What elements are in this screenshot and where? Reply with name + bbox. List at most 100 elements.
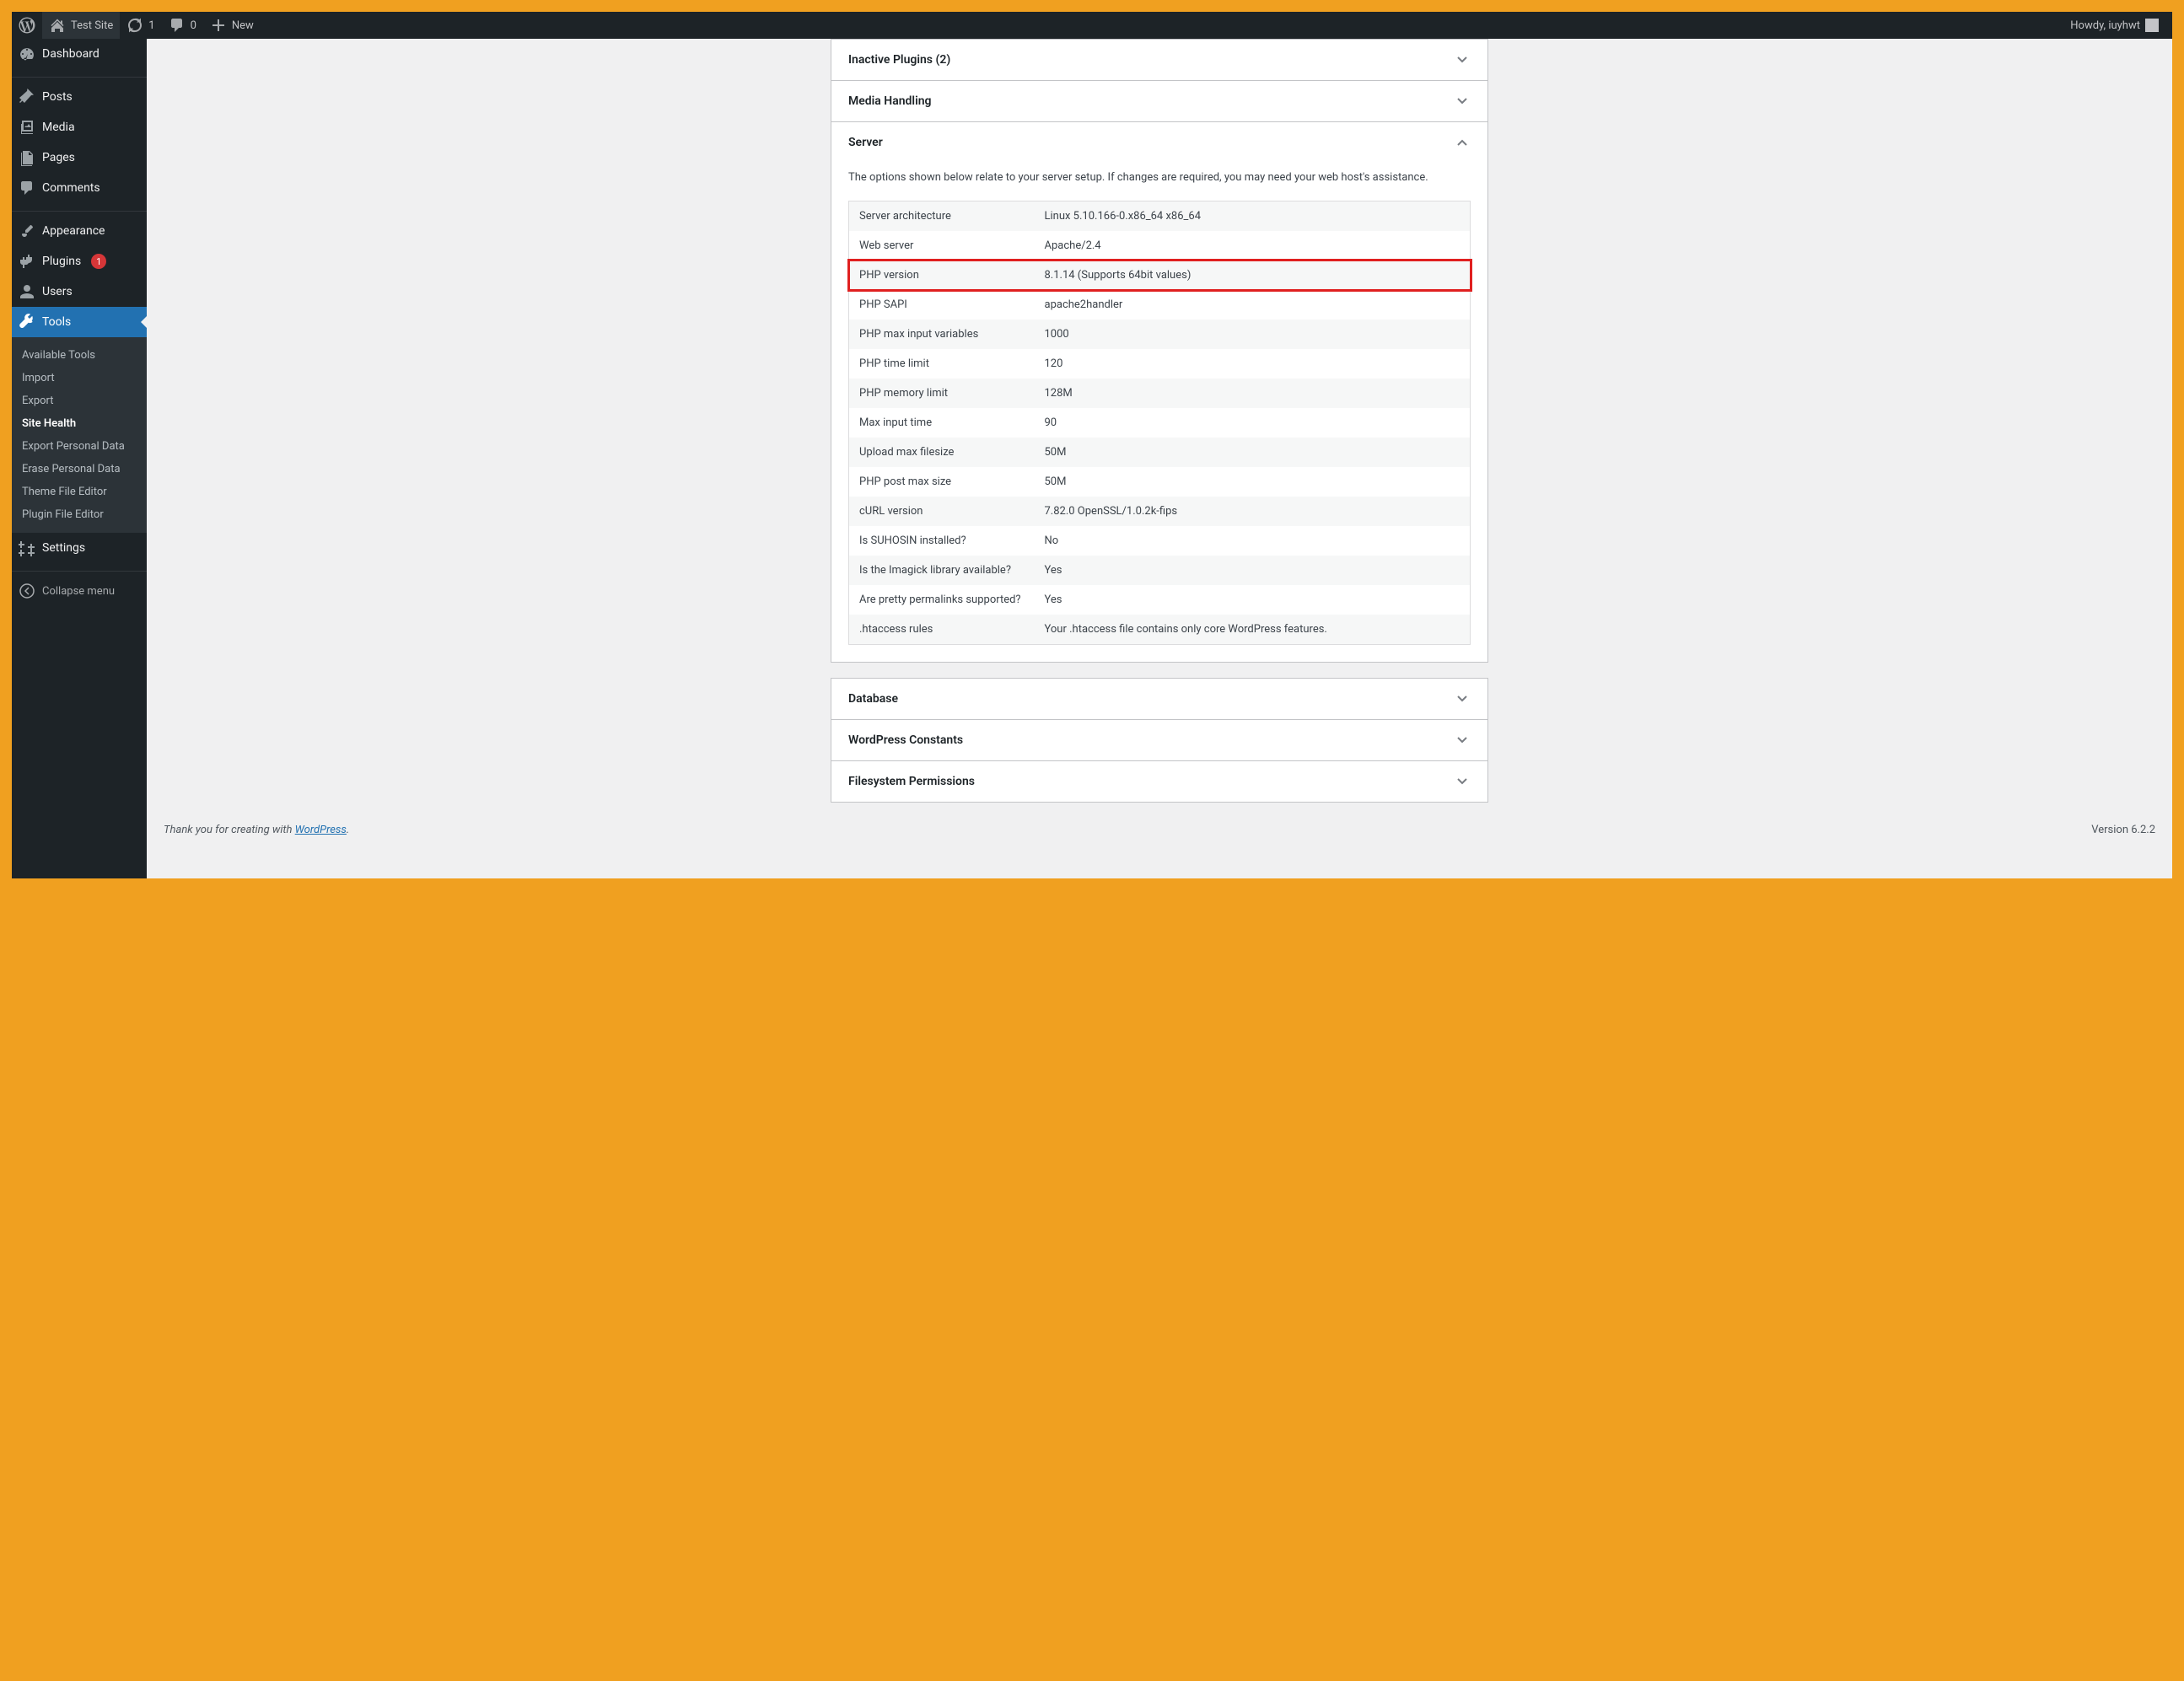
row-label: Server architecture: [849, 201, 1035, 232]
panel-database: Database: [831, 678, 1488, 720]
wrench-icon: [19, 314, 35, 330]
howdy-text: Howdy, iuyhwt: [2070, 19, 2140, 32]
account-menu[interactable]: Howdy, iuyhwt: [2063, 12, 2165, 39]
admin-bar: Test Site 1 0 New Howdy, iuyhwt: [12, 12, 2172, 39]
submenu-import[interactable]: Import: [12, 367, 147, 389]
row-label: Web server: [849, 231, 1035, 260]
main-content: Inactive Plugins (2) Media Handling Serv…: [147, 39, 2172, 878]
row-value: Yes: [1035, 585, 1471, 615]
row-value: 128M: [1035, 379, 1471, 408]
table-row: Server architectureLinux 5.10.166-0.x86_…: [849, 201, 1471, 232]
menu-pages[interactable]: Pages: [12, 142, 147, 173]
chevron-up-icon: [1454, 134, 1471, 151]
table-row: Web serverApache/2.4: [849, 231, 1471, 260]
menu-posts[interactable]: Posts: [12, 82, 147, 112]
new-content-link[interactable]: New: [203, 12, 261, 39]
admin-sidebar: Dashboard Posts Media Pages Comments: [12, 39, 147, 878]
table-row: cURL version7.82.0 OpenSSL/1.0.2k-fips: [849, 497, 1471, 526]
pin-icon: [19, 89, 35, 105]
panel-header-fs-permissions[interactable]: Filesystem Permissions: [831, 761, 1487, 802]
updates-link[interactable]: 1: [120, 12, 161, 39]
plus-icon: [210, 17, 227, 34]
submenu-erase-personal[interactable]: Erase Personal Data: [12, 458, 147, 481]
row-label: PHP max input variables: [849, 320, 1035, 349]
table-row: PHP max input variables1000: [849, 320, 1471, 349]
table-row: .htaccess rulesYour .htaccess file conta…: [849, 615, 1471, 645]
menu-appearance[interactable]: Appearance: [12, 216, 147, 246]
menu-plugins[interactable]: Plugins 1: [12, 246, 147, 277]
comments-icon: [19, 180, 35, 196]
menu-dashboard[interactable]: Dashboard: [12, 39, 147, 69]
panel-server: Server The options shown below relate to…: [831, 122, 1488, 663]
menu-comments[interactable]: Comments: [12, 173, 147, 203]
panel-header-server[interactable]: Server: [831, 122, 1487, 163]
row-value: 1000: [1035, 320, 1471, 349]
row-value: 8.1.14 (Supports 64bit values): [1035, 260, 1471, 290]
panel-inactive-plugins: Inactive Plugins (2): [831, 39, 1488, 81]
home-icon: [49, 17, 66, 34]
chevron-down-icon: [1454, 690, 1471, 707]
row-value: 7.82.0 OpenSSL/1.0.2k-fips: [1035, 497, 1471, 526]
comments-link[interactable]: 0: [162, 12, 203, 39]
wp-logo-menu[interactable]: [12, 12, 42, 39]
footer-version: Version 6.2.2: [2091, 824, 2155, 836]
row-label: Max input time: [849, 408, 1035, 438]
menu-separator: [12, 567, 147, 572]
menu-tools[interactable]: Tools: [12, 307, 147, 337]
row-label: Are pretty permalinks supported?: [849, 585, 1035, 615]
avatar: [2145, 19, 2159, 32]
chevron-down-icon: [1454, 773, 1471, 790]
collapse-menu[interactable]: Collapse menu: [12, 576, 147, 606]
submenu-export-personal[interactable]: Export Personal Data: [12, 435, 147, 458]
collapse-icon: [19, 583, 35, 599]
site-name-link[interactable]: Test Site: [42, 12, 120, 39]
site-name-text: Test Site: [71, 19, 113, 32]
row-value: Apache/2.4: [1035, 231, 1471, 260]
table-row: PHP post max size50M: [849, 467, 1471, 497]
table-row: PHP memory limit128M: [849, 379, 1471, 408]
wordpress-link[interactable]: WordPress: [295, 824, 347, 836]
panel-media-handling: Media Handling: [831, 81, 1488, 122]
table-row: Is SUHOSIN installed?No: [849, 526, 1471, 556]
table-row: PHP version8.1.14 (Supports 64bit values…: [849, 260, 1471, 290]
submenu-site-health[interactable]: Site Health: [12, 412, 147, 435]
menu-settings[interactable]: Settings: [12, 533, 147, 563]
comment-icon: [169, 17, 186, 34]
submenu-theme-editor[interactable]: Theme File Editor: [12, 481, 147, 503]
row-label: Is SUHOSIN installed?: [849, 526, 1035, 556]
menu-media[interactable]: Media: [12, 112, 147, 142]
table-row: Upload max filesize50M: [849, 438, 1471, 467]
panel-header-database[interactable]: Database: [831, 679, 1487, 719]
row-label: cURL version: [849, 497, 1035, 526]
row-value: apache2handler: [1035, 290, 1471, 320]
update-icon: [126, 17, 143, 34]
menu-users[interactable]: Users: [12, 277, 147, 307]
footer-thanks: Thank you for creating with WordPress.: [164, 824, 349, 836]
row-label: .htaccess rules: [849, 615, 1035, 645]
comments-count: 0: [191, 19, 196, 32]
panel-header-inactive-plugins[interactable]: Inactive Plugins (2): [831, 40, 1487, 80]
chevron-down-icon: [1454, 93, 1471, 110]
row-value: Linux 5.10.166-0.x86_64 x86_64: [1035, 201, 1471, 232]
panel-header-wp-constants[interactable]: WordPress Constants: [831, 720, 1487, 760]
updates-count: 1: [148, 19, 154, 32]
row-value: 50M: [1035, 467, 1471, 497]
tools-submenu: Available Tools Import Export Site Healt…: [12, 337, 147, 533]
panel-body-server: The options shown below relate to your s…: [831, 171, 1487, 662]
submenu-export[interactable]: Export: [12, 389, 147, 412]
panel-header-media-handling[interactable]: Media Handling: [831, 81, 1487, 121]
row-value: No: [1035, 526, 1471, 556]
submenu-available-tools[interactable]: Available Tools: [12, 344, 147, 367]
row-value: Yes: [1035, 556, 1471, 585]
row-label: PHP time limit: [849, 349, 1035, 379]
menu-separator: [12, 207, 147, 212]
table-row: Are pretty permalinks supported?Yes: [849, 585, 1471, 615]
submenu-plugin-editor[interactable]: Plugin File Editor: [12, 503, 147, 526]
table-row: Max input time90: [849, 408, 1471, 438]
panel-wp-constants: WordPress Constants: [831, 720, 1488, 761]
media-icon: [19, 119, 35, 136]
chevron-down-icon: [1454, 732, 1471, 749]
settings-icon: [19, 540, 35, 556]
row-label: Is the Imagick library available?: [849, 556, 1035, 585]
admin-footer: Thank you for creating with WordPress. V…: [164, 803, 2155, 845]
